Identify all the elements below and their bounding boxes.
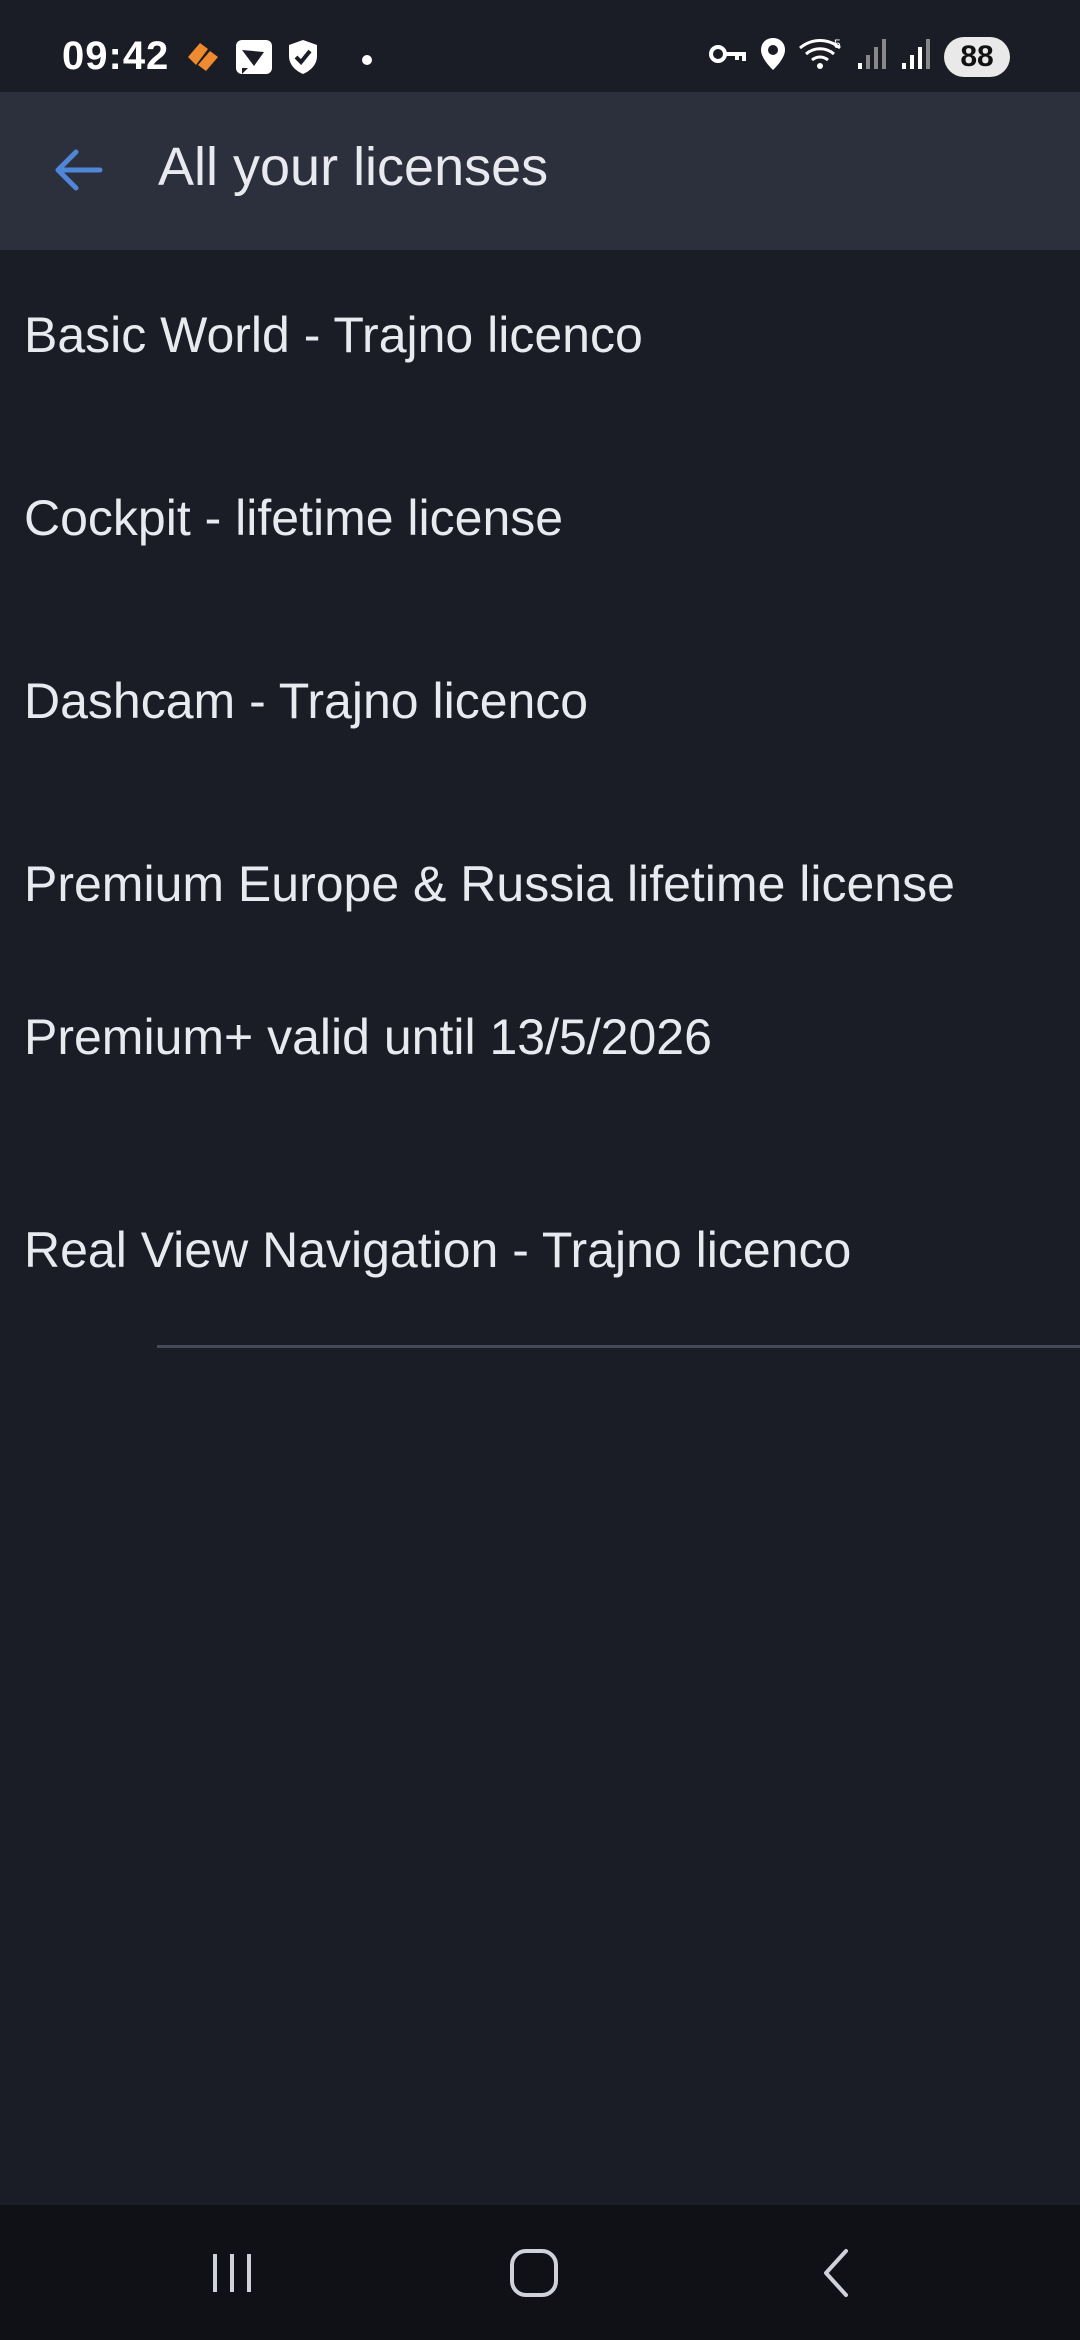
location-icon	[758, 36, 788, 77]
license-item-real-view-navigation[interactable]: Real View Navigation - Trajno licenco	[24, 1221, 851, 1279]
status-left-icons	[182, 38, 372, 81]
status-time: 09:42	[62, 34, 170, 78]
list-divider	[157, 1345, 1080, 1348]
page-title: All your licenses	[158, 137, 549, 197]
license-item-premium-plus[interactable]: Premium+ valid until 13/5/2026	[24, 1008, 712, 1066]
app-bar: All your licenses	[0, 92, 1080, 250]
status-bar: 09:42 5 88	[0, 0, 1080, 92]
vpn-key-icon	[708, 39, 748, 74]
license-item-cockpit[interactable]: Cockpit - lifetime license	[24, 489, 563, 547]
nav-back-button[interactable]	[786, 2235, 886, 2315]
recents-button[interactable]	[182, 2235, 282, 2315]
back-button[interactable]	[40, 136, 116, 208]
home-icon	[508, 2247, 560, 2304]
license-item-premium-europe-russia[interactable]: Premium Europe & Russia lifetime license	[24, 855, 955, 913]
licenses-screen: 09:42 5 88 All your licenses Basic World…	[0, 0, 1080, 2340]
home-button[interactable]	[484, 2235, 584, 2315]
wifi-icon: 5	[798, 36, 846, 77]
signal-icon	[900, 37, 934, 76]
arrow-left-icon	[52, 148, 104, 197]
cast-icon	[234, 38, 274, 81]
signal-icon	[856, 37, 890, 76]
shield-icon	[286, 38, 320, 81]
battery-indicator: 88	[944, 36, 1010, 77]
dot-icon	[362, 54, 372, 65]
recents-icon	[209, 2250, 255, 2301]
license-item-basic-world[interactable]: Basic World - Trajno licenco	[24, 306, 643, 364]
license-item-dashcam[interactable]: Dashcam - Trajno licenco	[24, 672, 588, 730]
svg-text:5: 5	[834, 37, 841, 51]
status-right-icons: 5 88	[708, 36, 1010, 77]
back-chevron-icon	[816, 2247, 856, 2304]
app-notification-icon	[182, 39, 222, 80]
system-navigation-bar	[0, 2205, 1080, 2340]
